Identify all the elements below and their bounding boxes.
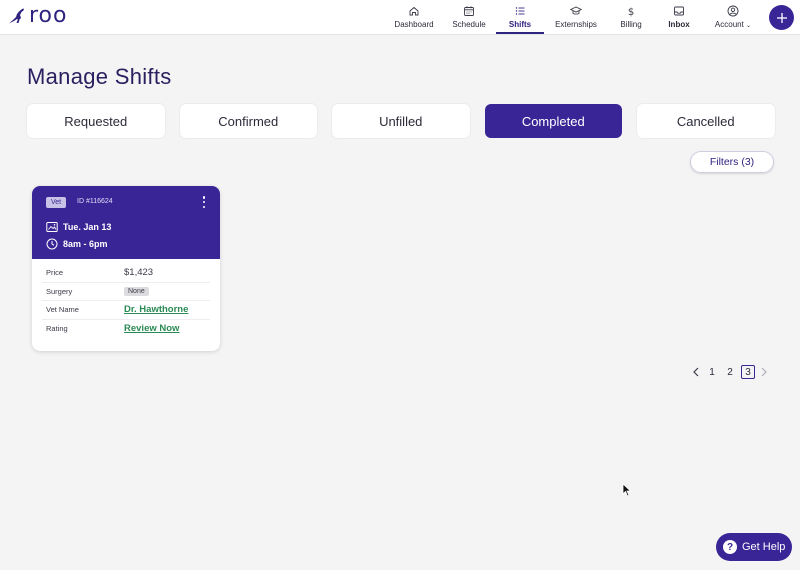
calendar-icon bbox=[464, 6, 474, 16]
info-row-price: Price $1,423 bbox=[42, 264, 210, 283]
info-key: Price bbox=[46, 268, 64, 278]
nav-item-externships[interactable]: Externships bbox=[544, 0, 608, 35]
tab-requested[interactable]: Requested bbox=[27, 104, 165, 138]
nav-item-inbox[interactable]: Inbox bbox=[654, 0, 704, 35]
nav-label: Dashboard bbox=[394, 20, 434, 29]
shift-date: Tue. Jan 13 bbox=[63, 222, 112, 232]
main-nav: Dashboard Schedule Shifts Externships $ … bbox=[386, 0, 762, 35]
shift-id: ID #116624 bbox=[77, 198, 113, 205]
graduation-cap-icon bbox=[570, 6, 582, 15]
roo-logo[interactable]: roo bbox=[8, 5, 67, 27]
get-help-label: Get Help bbox=[742, 541, 786, 553]
shift-card-body: Price $1,423 Surgery None Vet Name Dr. H… bbox=[32, 264, 220, 338]
tab-cancelled[interactable]: Cancelled bbox=[637, 104, 775, 138]
nav-item-dashboard[interactable]: Dashboard bbox=[386, 0, 442, 35]
info-key: Vet Name bbox=[46, 305, 79, 315]
nav-label: Billing bbox=[620, 20, 642, 29]
nav-label: Account ⌄ bbox=[714, 20, 752, 29]
tab-confirmed[interactable]: Confirmed bbox=[179, 104, 317, 138]
vet-name-link[interactable]: Dr. Hawthorne bbox=[124, 304, 188, 315]
nav-item-billing[interactable]: $ Billing bbox=[608, 0, 654, 35]
shift-card[interactable]: Vet ID #116624 Tue. Jan 13 8am - 6pm Pri… bbox=[32, 186, 220, 351]
shift-time: 8am - 6pm bbox=[63, 239, 108, 249]
role-badge: Vet bbox=[46, 197, 67, 208]
inbox-icon bbox=[674, 6, 684, 16]
page-3-button[interactable]: 3 bbox=[741, 365, 755, 379]
mouse-pointer-icon bbox=[622, 483, 632, 497]
info-key: Surgery bbox=[46, 286, 73, 296]
nav-label: Inbox bbox=[668, 20, 690, 29]
review-now-link[interactable]: Review Now bbox=[124, 323, 179, 334]
previous-page-button[interactable] bbox=[689, 364, 703, 380]
nav-item-shifts[interactable]: Shifts bbox=[496, 0, 544, 35]
next-page-button[interactable] bbox=[757, 364, 771, 380]
page-1-button[interactable]: 1 bbox=[705, 365, 719, 379]
nav-label: Shifts bbox=[508, 20, 532, 29]
nav-item-schedule[interactable]: Schedule bbox=[442, 0, 496, 35]
shift-date-row: Tue. Jan 13 bbox=[46, 221, 111, 233]
clock-icon bbox=[46, 238, 58, 250]
question-icon: ? bbox=[723, 540, 737, 554]
shift-time-row: 8am - 6pm bbox=[46, 238, 108, 250]
info-row-rating: Rating Review Now bbox=[42, 320, 210, 339]
chevron-down-icon: ⌄ bbox=[746, 23, 752, 29]
page-2-button[interactable]: 2 bbox=[723, 365, 737, 379]
dollar-icon: $ bbox=[628, 7, 634, 17]
nav-label: Schedule bbox=[452, 20, 486, 29]
tab-completed[interactable]: Completed bbox=[484, 104, 622, 138]
add-shift-button[interactable] bbox=[769, 5, 794, 30]
info-row-vet-name: Vet Name Dr. Hawthorne bbox=[42, 301, 210, 320]
top-navigation-bar: roo Dashboard Schedule Shifts Externship… bbox=[0, 0, 800, 35]
brand-name: roo bbox=[29, 3, 68, 28]
info-row-surgery: Surgery None bbox=[42, 283, 210, 301]
nav-label: Externships bbox=[555, 20, 597, 29]
shift-card-header: Vet ID #116624 Tue. Jan 13 8am - 6pm bbox=[32, 186, 220, 259]
kangaroo-icon bbox=[9, 8, 24, 24]
tab-unfilled[interactable]: Unfilled bbox=[332, 104, 470, 138]
plus-icon bbox=[776, 12, 787, 23]
svg-text:$: $ bbox=[628, 7, 634, 17]
price-value: $1,423 bbox=[124, 267, 154, 279]
more-options-icon[interactable] bbox=[200, 195, 208, 209]
chevron-left-icon bbox=[693, 367, 699, 377]
shift-status-tabs: Requested Confirmed Unfilled Completed C… bbox=[27, 104, 775, 138]
nav-item-account[interactable]: Account ⌄ bbox=[704, 0, 762, 35]
user-circle-icon bbox=[727, 5, 739, 17]
list-icon bbox=[515, 7, 525, 15]
pagination: 1 2 3 bbox=[689, 364, 771, 380]
get-help-button[interactable]: ? Get Help bbox=[716, 533, 792, 561]
home-icon bbox=[409, 6, 419, 16]
filters-button[interactable]: Filters (3) bbox=[690, 151, 774, 173]
chevron-right-icon bbox=[761, 367, 767, 377]
surgery-badge: None bbox=[124, 286, 149, 296]
info-key: Rating bbox=[46, 324, 68, 334]
calendar-image-icon bbox=[46, 222, 58, 232]
page-title: Manage Shifts bbox=[27, 64, 172, 89]
